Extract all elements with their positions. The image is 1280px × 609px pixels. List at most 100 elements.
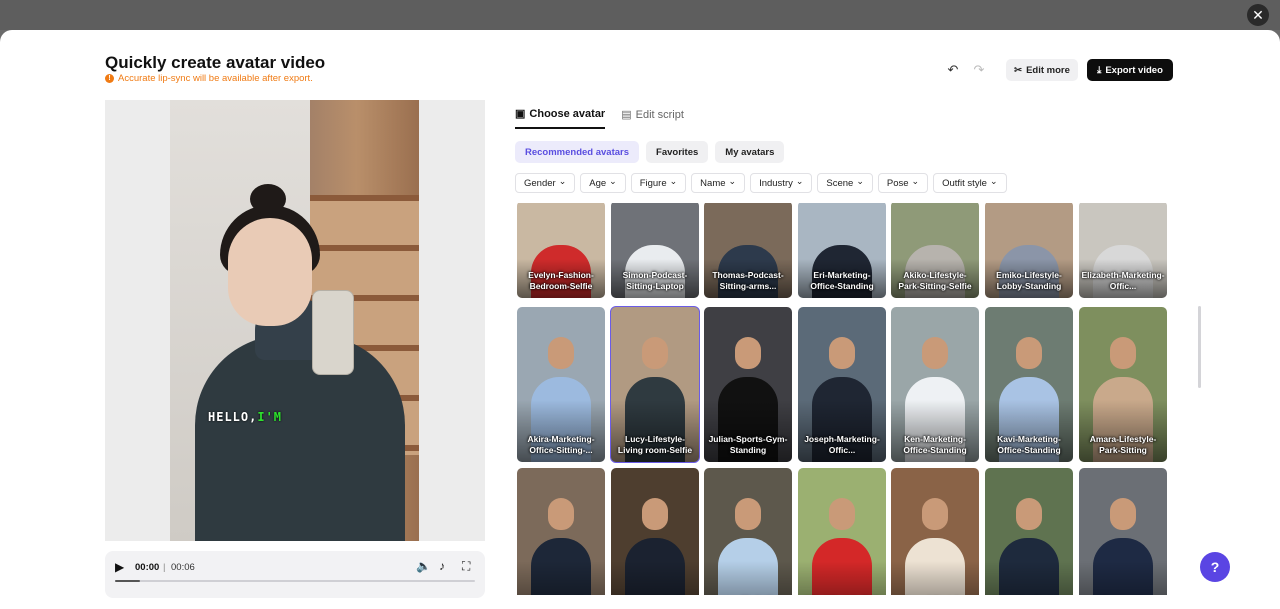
total-time: 00:06 [171,562,195,573]
avatar-card[interactable]: Evelyn-Fashion-Bedroom-Selfie [517,203,605,298]
avatar-preview-image [170,100,419,541]
avatar-thumbnail [704,468,792,595]
avatar-card[interactable]: Emiko-Lifestyle-Lobby-Standing [985,203,1073,298]
avatar-card[interactable]: Elizabeth-Marketing-Offic... [1079,203,1167,298]
warning-icon: ! [105,74,114,83]
video-player-controls: ▶ 00:00 | 00:06 🔈 ♪ ⛶ [105,551,485,598]
filter-pose[interactable]: Pose ⌄ [877,173,929,193]
modal: Quickly create avatar video ! Accurate l… [0,30,1280,609]
close-icon[interactable]: ✕ [1247,4,1269,26]
avatar-card[interactable]: Kavi-Marketing-Office-Standing [985,307,1073,462]
export-video-button[interactable]: ⤓ Export video [1087,59,1173,81]
filter-figure[interactable]: Figure ⌄ [630,173,687,193]
tab-choose-avatar[interactable]: ▣ Choose avatar [515,107,606,129]
avatar-card[interactable]: Ken-Marketing-Office-Standing [891,307,979,462]
play-icon[interactable]: ▶ [115,560,124,574]
subtitle-caption: HELLO,I'M [208,410,282,424]
redo-icon[interactable]: ↷ [970,61,988,79]
filter-industry[interactable]: Industry ⌄ [750,173,813,193]
filter-label: Scene [826,177,854,189]
avatar-thumbnail [798,468,886,595]
current-time: 00:00 [135,562,160,573]
avatar-name: Julian-Sports-Gym-Standing [708,434,788,455]
progress-bar[interactable] [115,580,475,582]
avatar-card[interactable]: Vincent-Marketing-Lobby-... [611,468,699,595]
avatar-name: Thomas-Podcast-Sitting-arms... [712,270,784,291]
avatar-card[interactable]: Thomas-Podcast-Sitting-arms... [704,203,792,298]
avatar-name: Kavi-Marketing-Office-Standing [997,434,1061,455]
avatar-card[interactable]: Simon-Podcast-Sitting-Laptop [611,203,699,298]
filter-scene[interactable]: Scene ⌄ [817,173,873,193]
avatar-card[interactable]: Kenneth-Lifestyle-Park-... [985,468,1073,595]
avatar-grid: Evelyn-Fashion-Bedroom-Selfie Simon-Podca… [515,203,1170,595]
filter-age[interactable]: Age ⌄ [580,173,626,193]
edit-more-label: Edit more [1026,64,1070,76]
filter-gender[interactable]: Gender ⌄ [515,173,576,193]
subtab-favorites[interactable]: Favorites [646,141,709,163]
avatar-card[interactable]: Joseph-Marketing-Offic... [798,307,886,462]
script-icon: ▤ [621,109,632,121]
page-title: Quickly create avatar video [105,53,326,72]
video-preview[interactable]: HELLO,I'M [105,100,485,541]
filter-label: Gender [524,177,556,189]
progress-fill [115,580,141,582]
avatar-card[interactable]: Jasper-Marketing-Office-Laptop [704,468,792,595]
tab-edit-script[interactable]: ▤ Edit script [621,107,684,129]
avatar-thumbnail [611,468,699,595]
avatar-card[interactable]: Akira-Marketing-Office-Sitting-... [517,307,605,462]
warning-text: Accurate lip-sync will be available afte… [118,73,313,84]
avatar-card[interactable]: Eri-Marketing-Office-Standing [798,203,886,298]
avatar-name: Amara-Lifestyle-Park-Sitting [1089,434,1157,455]
chevron-down-icon: ⌄ [911,175,920,186]
avatar-card[interactable]: Julian-Sports-Gym-Standing [704,307,792,462]
avatar-name: Emiko-Lifestyle-Lobby-Standing [996,270,1062,291]
avatar-name: Evelyn-Fashion-Bedroom-Selfie [528,270,594,291]
subtab-recommended[interactable]: Recommended avatars [515,141,640,163]
scrollbar[interactable] [1198,306,1201,388]
filter-label: Industry [759,177,793,189]
avatar-card[interactable]: Anya-Lifestyle-Indoor-Selfie [891,468,979,595]
filter-label: Figure [639,177,667,189]
subtab-my-avatars[interactable]: My avatars [715,141,785,163]
avatar-card[interactable]: Akiko-Lifestyle-Park-Sitting-Selfie [891,203,979,298]
help-icon[interactable]: ? [1200,552,1230,582]
chevron-down-icon: ⌄ [558,175,567,186]
backdrop-bar [0,0,1280,30]
avatar-card[interactable]: Leon-Marketing-Indoor-Sitting [517,468,605,595]
volume-icon[interactable]: 🔈 [416,559,431,573]
time-separator: | [163,562,166,573]
avatar-card[interactable]: Raymond-Marketing-Offic... [1079,468,1167,595]
chevron-down-icon: ⌄ [795,175,804,186]
filter-label: Outfit style [942,177,987,189]
chevron-down-icon: ⌄ [728,175,737,186]
filter-outfit-style[interactable]: Outfit style ⌄ [933,173,1007,193]
filter-label: Name [700,177,726,189]
avatar-name: Eri-Marketing-Office-Standing [810,270,874,291]
caption-highlight: I'M [257,410,283,424]
avatar-card[interactable]: Lucy-Lifestyle-Living room-Selfie [610,306,700,463]
chevron-down-icon: ⌄ [989,175,998,186]
chevron-down-icon: ⌄ [609,175,617,186]
caption-text: HELLO, [208,410,258,424]
avatar-thumbnail [891,468,979,595]
filter-bar: Gender ⌄ Age ⌄ Figure ⌄ Name ⌄ Industry ⌄ Scene ⌄ Po… [515,173,1007,193]
avatar-card[interactable]: Amara-Lifestyle-Park-Sitting [1079,307,1167,462]
filter-name[interactable]: Name ⌄ [691,173,746,193]
avatar-thumbnail [517,468,605,595]
download-icon: ⤓ [1097,64,1102,76]
fullscreen-icon[interactable]: ⛶ [462,559,470,574]
tiktok-icon[interactable]: ♪ [439,559,445,573]
undo-icon[interactable]: ↶ [944,61,962,79]
tab-edit-script-label: Edit script [635,108,684,121]
avatar-card[interactable]: Milo-Lifestyle-Ball court [798,468,886,595]
avatar-icon: ▣ [515,108,526,120]
avatar-name: Joseph-Marketing-Offic... [804,434,880,455]
edit-more-button[interactable]: ✂ Edit more [1006,59,1078,81]
avatar-name: Elizabeth-Marketing-Offic... [1081,270,1165,291]
avatar-name: Lucy-Lifestyle-Living room-Selfie [617,434,693,455]
avatar-thumbnail [1079,468,1167,595]
avatar-name: Akiko-Lifestyle-Park-Sitting-Selfie [898,270,972,291]
avatar-thumbnail [985,468,1073,595]
tab-choose-avatar-label: Choose avatar [529,107,606,120]
filter-label: Age [589,177,607,189]
